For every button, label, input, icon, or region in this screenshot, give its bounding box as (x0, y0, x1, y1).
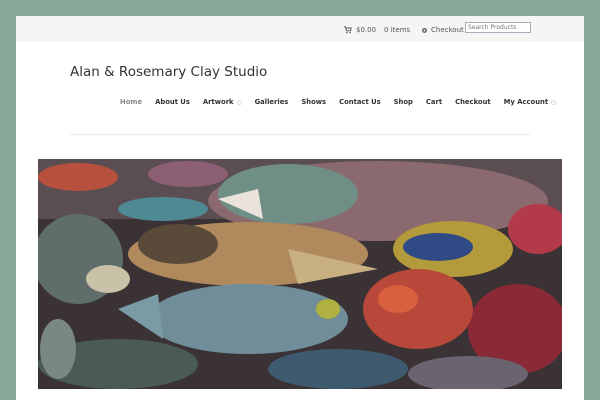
nav-item-checkout[interactable]: Checkout (455, 96, 491, 108)
nav-item-home[interactable]: Home (120, 96, 142, 108)
nav-item-artwork[interactable]: Artwork (203, 96, 242, 108)
top-bar: $0.00 0 items Checkout (16, 16, 584, 42)
nav-item-label[interactable]: Shop (394, 98, 413, 106)
nav-item-cart[interactable]: Cart (426, 96, 442, 108)
nav-item-label[interactable]: Galleries (255, 98, 289, 106)
search-input[interactable] (465, 22, 531, 33)
page: $0.00 0 items Checkout Alan & Rosemary C… (16, 16, 584, 400)
nav-item-contact-us[interactable]: Contact Us (339, 96, 381, 108)
nav-item-my-account[interactable]: My Account (504, 96, 556, 108)
header-divider (70, 134, 530, 135)
cart-icon (344, 26, 352, 34)
nav-item-label[interactable]: Contact Us (339, 98, 381, 106)
submenu-indicator-icon (551, 99, 556, 105)
ceramic-fish-photo-icon (38, 159, 562, 389)
cart-items-count[interactable]: 0 items (384, 26, 410, 34)
checkout-link-label[interactable]: Checkout (431, 26, 464, 34)
nav-item-label[interactable]: About Us (155, 98, 190, 106)
nav-item-shows[interactable]: Shows (301, 96, 326, 108)
site-title[interactable]: Alan & Rosemary Clay Studio (70, 64, 267, 80)
hero-image (38, 159, 562, 389)
cart-summary[interactable]: $0.00 0 items (344, 24, 410, 36)
nav-item-about-us[interactable]: About Us (155, 96, 190, 108)
nav-item-label[interactable]: My Account (504, 98, 548, 106)
nav-item-label[interactable]: Cart (426, 98, 442, 106)
main-nav: Home About Us Artwork Galleries Shows Co… (120, 96, 569, 108)
gear-icon (421, 27, 428, 33)
submenu-indicator-icon (236, 99, 242, 105)
nav-item-label[interactable]: Shows (301, 98, 326, 106)
checkout-link[interactable]: Checkout (421, 24, 464, 36)
nav-item-galleries[interactable]: Galleries (255, 96, 289, 108)
nav-item-label[interactable]: Artwork (203, 98, 234, 106)
nav-item-label[interactable]: Checkout (455, 98, 491, 106)
cart-total[interactable]: $0.00 (356, 26, 376, 34)
nav-item-shop[interactable]: Shop (394, 96, 413, 108)
nav-item-label[interactable]: Home (120, 98, 142, 106)
